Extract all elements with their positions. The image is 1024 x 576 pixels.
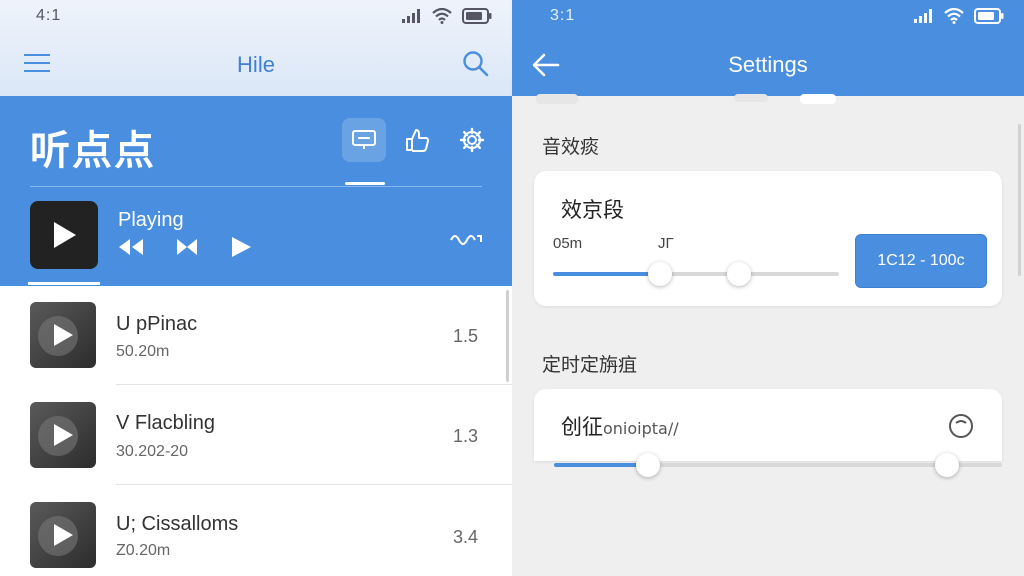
status-time: 3:1: [550, 7, 576, 24]
play-icon: [54, 524, 73, 546]
section-label-audio: 音效痰: [542, 136, 600, 158]
player-header: 听点点 Playing: [0, 96, 512, 286]
wifi-icon: [432, 8, 452, 24]
message-tab[interactable]: [342, 118, 386, 162]
timer-slider-fill: [554, 463, 648, 467]
status-time: 4:1: [36, 7, 62, 24]
status-icons: [402, 8, 492, 24]
scrolled-row-fragment: [800, 94, 836, 104]
play-icon: [54, 222, 76, 248]
range-button[interactable]: 1C12 - 100c: [855, 234, 987, 288]
timer-slider-thumb-start[interactable]: [636, 453, 660, 477]
signal-icon: [914, 9, 932, 23]
track-subtitle: 50.20m: [116, 343, 170, 360]
track-title: U; Cissalloms: [116, 513, 239, 535]
timer-icon[interactable]: [947, 411, 975, 439]
playback-controls: [118, 236, 252, 258]
slider-fill: [553, 272, 661, 276]
timer-card: 创征onioipta//: [534, 389, 1002, 461]
signal-icon: [402, 9, 420, 23]
slider-thumb-start[interactable]: [648, 262, 672, 286]
track-value: 3.4: [452, 527, 478, 547]
settings-app-bar: 3:1 Settings: [512, 0, 1024, 96]
wifi-icon: [944, 8, 964, 24]
track-cover: [30, 402, 96, 468]
skip-icon[interactable]: [176, 238, 198, 256]
track-value: 1.3: [452, 426, 478, 446]
search-icon[interactable]: [462, 50, 490, 78]
range-mid-label: JГ: [658, 235, 674, 252]
card-title: 效京段: [561, 198, 624, 222]
play-icon: [54, 324, 73, 346]
music-player-screen: 4:1 Hile 听点点 Playing U pPinac 50.20m 1.5…: [0, 0, 512, 576]
list-item[interactable]: U pPinac 50.20m 1.5: [0, 286, 512, 386]
app-title: Hile: [237, 52, 275, 77]
play-icon[interactable]: [230, 236, 252, 258]
active-tab-indicator: [345, 182, 385, 185]
status-bar: 3:1: [512, 0, 1024, 34]
divider: [116, 384, 512, 385]
list-scrollbar[interactable]: [506, 290, 509, 382]
track-cover: [30, 502, 96, 568]
message-icon: [352, 130, 376, 149]
scrolled-row-fragment: [536, 94, 578, 104]
track-title: U pPinac: [116, 313, 198, 335]
like-tab[interactable]: [395, 118, 439, 162]
divider: [116, 484, 512, 485]
track-cover: [30, 302, 96, 368]
battery-icon: [462, 8, 492, 24]
timer-suffix: onioipta//: [603, 419, 679, 438]
wave-icon[interactable]: [450, 230, 482, 246]
list-item[interactable]: U; Cissalloms Z0.20m 3.4: [0, 486, 512, 576]
status-icons: [914, 8, 1004, 24]
section-label-timer: 定时定旃疽: [542, 354, 638, 376]
slider-thumb-end[interactable]: [727, 262, 751, 286]
battery-icon: [974, 8, 1004, 24]
now-playing-progress: [28, 282, 100, 285]
track-value: 1.5: [452, 326, 478, 346]
settings-scrollbar[interactable]: [1018, 124, 1021, 276]
timer-slider-thumb-end[interactable]: [935, 453, 959, 477]
top-app-bar: 4:1 Hile: [0, 0, 512, 96]
settings-screen: 3:1 Settings 音效痰 效京段 05m JГ 1C12 - 100c …: [512, 0, 1024, 576]
header-divider: [30, 186, 482, 187]
settings-tab[interactable]: [450, 118, 494, 162]
now-playing-label: Playing: [118, 209, 184, 231]
app-brand: 听点点: [30, 128, 156, 174]
track-subtitle: 30.202-20: [116, 443, 189, 460]
timer-title: 创征: [561, 415, 603, 439]
gear-icon: [459, 127, 485, 153]
track-subtitle: Z0.20m: [116, 542, 171, 559]
track-title: V Flacbling: [116, 412, 215, 434]
now-playing-cover[interactable]: [30, 201, 98, 269]
scrolled-row-fragment: [734, 94, 768, 102]
audio-effect-card: 效京段 05m JГ 1C12 - 100c: [534, 171, 1002, 306]
range-min-label: 05m: [553, 235, 583, 252]
status-bar: 4:1: [0, 0, 512, 34]
settings-title: Settings: [728, 52, 808, 77]
rewind-icon[interactable]: [118, 238, 144, 256]
thumbs-up-icon: [406, 129, 429, 152]
card-title: 创征onioipta//: [561, 411, 679, 441]
list-item[interactable]: V Flacbling 30.202-20 1.3: [0, 386, 512, 486]
play-icon: [54, 424, 73, 446]
